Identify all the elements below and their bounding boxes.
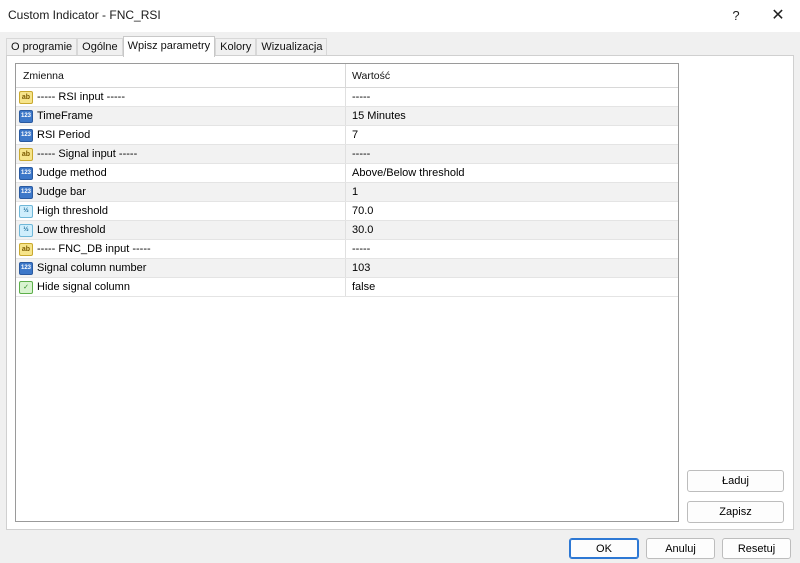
integer-type-icon: 123 <box>19 261 33 275</box>
parameter-value-cell[interactable]: Above/Below threshold <box>346 164 678 182</box>
parameter-value-cell[interactable]: 70.0 <box>346 202 678 220</box>
table-row[interactable]: 123 Signal column number 103 <box>16 259 678 278</box>
parameter-value-cell[interactable]: ----- <box>346 240 678 258</box>
parameter-name: Signal column number <box>37 262 147 274</box>
reset-button[interactable]: Resetuj <box>722 538 791 559</box>
close-button[interactable]: ✕ <box>760 2 796 28</box>
integer-type-icon: 123 <box>19 128 33 142</box>
parameter-value-cell[interactable]: 103 <box>346 259 678 277</box>
column-header-variable[interactable]: Zmienna <box>16 64 346 87</box>
parameter-name: Hide signal column <box>37 281 130 293</box>
parameter-name: TimeFrame <box>37 110 93 122</box>
tab-ogolne[interactable]: Ogólne <box>77 38 123 56</box>
parameter-name: Judge method <box>37 167 107 179</box>
window-title: Custom Indicator - FNC_RSI <box>8 8 161 22</box>
table-row[interactable]: 123 Judge method Above/Below threshold <box>16 164 678 183</box>
parameter-name-cell: ab ----- FNC_DB input ----- <box>16 240 346 258</box>
integer-type-icon: 123 <box>19 185 33 199</box>
parameter-value-cell[interactable]: ----- <box>346 145 678 163</box>
parameter-value-cell[interactable]: 1 <box>346 183 678 201</box>
tab-wizualizacja[interactable]: Wizualizacja <box>256 38 328 56</box>
table-row[interactable]: ab ----- Signal input ----- ----- <box>16 145 678 164</box>
parameter-name: ----- FNC_DB input ----- <box>37 243 151 255</box>
parameter-value-cell[interactable]: 7 <box>346 126 678 144</box>
parameter-name-cell: 123 Judge bar <box>16 183 346 201</box>
parameter-name: ----- Signal input ----- <box>37 148 138 160</box>
string-type-icon: ab <box>19 147 33 161</box>
tab-wpisz-parametry[interactable]: Wpisz parametry <box>122 36 216 57</box>
parameter-name-cell: 123 Signal column number <box>16 259 346 277</box>
parameter-name-cell: ab ----- Signal input ----- <box>16 145 346 163</box>
load-button[interactable]: Ładuj <box>687 470 784 492</box>
parameter-name: ----- RSI input ----- <box>37 91 125 103</box>
parameter-name-cell: 123 RSI Period <box>16 126 346 144</box>
parameters-grid: Zmienna Wartość ab ----- RSI input ----- -… <box>15 63 679 522</box>
string-type-icon: ab <box>19 90 33 104</box>
cancel-button[interactable]: Anuluj <box>646 538 715 559</box>
grid-rows: ab ----- RSI input ----- ----- 123 TimeFrame… <box>16 88 678 297</box>
table-row[interactable]: ½ High threshold 70.0 <box>16 202 678 221</box>
table-row[interactable]: ab ----- RSI input ----- ----- <box>16 88 678 107</box>
string-type-icon: ab <box>19 242 33 256</box>
save-button[interactable]: Zapisz <box>687 501 784 523</box>
title-bar: Custom Indicator - FNC_RSI ? ✕ <box>0 0 800 32</box>
parameter-name-cell: 123 TimeFrame <box>16 107 346 125</box>
parameter-name-cell: ½ High threshold <box>16 202 346 220</box>
double-type-icon: ½ <box>19 223 33 237</box>
table-row[interactable]: ✓ Hide signal column false <box>16 278 678 297</box>
tab-kolory[interactable]: Kolory <box>215 38 257 56</box>
parameter-name: High threshold <box>37 205 108 217</box>
parameter-name-cell: ✓ Hide signal column <box>16 278 346 296</box>
parameter-value-cell[interactable]: 30.0 <box>346 221 678 239</box>
parameter-value-cell[interactable]: ----- <box>346 88 678 106</box>
parameter-value-cell[interactable]: false <box>346 278 678 296</box>
grid-header: Zmienna Wartość <box>16 64 678 88</box>
tab-o-programie[interactable]: O programie <box>6 38 78 56</box>
table-row[interactable]: 123 RSI Period 7 <box>16 126 678 145</box>
table-row[interactable]: 123 Judge bar 1 <box>16 183 678 202</box>
table-row[interactable]: 123 TimeFrame 15 Minutes <box>16 107 678 126</box>
parameter-name-cell: 123 Judge method <box>16 164 346 182</box>
parameter-name: Low threshold <box>37 224 106 236</box>
table-row[interactable]: ab ----- FNC_DB input ----- ----- <box>16 240 678 259</box>
parameter-value-cell[interactable]: 15 Minutes <box>346 107 678 125</box>
tab-strip: O programie Ogólne Wpisz parametry Kolor… <box>6 36 328 57</box>
ok-button[interactable]: OK <box>569 538 639 559</box>
integer-type-icon: 123 <box>19 109 33 123</box>
parameter-name-cell: ½ Low threshold <box>16 221 346 239</box>
column-header-value[interactable]: Wartość <box>346 64 678 87</box>
bool-type-icon: ✓ <box>19 280 33 294</box>
integer-type-icon: 123 <box>19 166 33 180</box>
help-button[interactable]: ? <box>718 2 754 28</box>
double-type-icon: ½ <box>19 204 33 218</box>
parameter-name: RSI Period <box>37 129 91 141</box>
parameter-name: Judge bar <box>37 186 86 198</box>
table-row[interactable]: ½ Low threshold 30.0 <box>16 221 678 240</box>
parameter-name-cell: ab ----- RSI input ----- <box>16 88 346 106</box>
